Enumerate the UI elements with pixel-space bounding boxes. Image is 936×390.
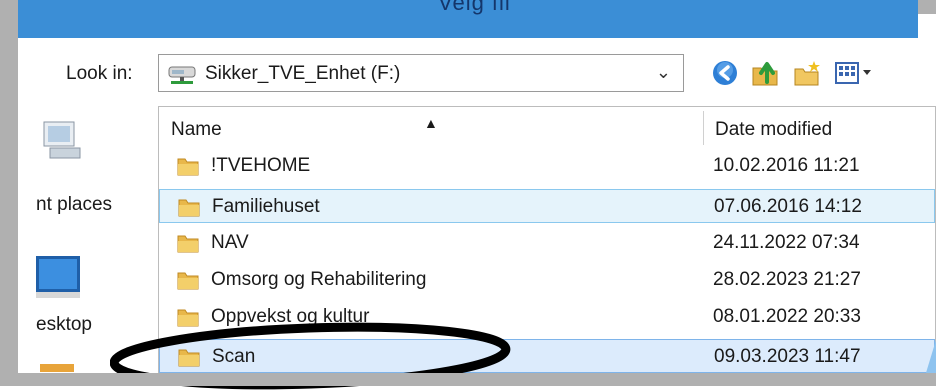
file-name: NAV: [211, 232, 249, 253]
file-date: 24.11.2022 07:34: [713, 232, 860, 253]
recent-places-icon[interactable]: [42, 118, 82, 162]
sort-ascending-icon: ▲: [424, 115, 438, 131]
file-name: !TVEHOME: [211, 155, 311, 176]
list-item[interactable]: Familiehuset 07.06.2016 14:12: [159, 189, 935, 223]
view-menu-icon[interactable]: [834, 58, 876, 88]
chevron-down-icon[interactable]: ⌄: [656, 62, 671, 83]
window-frame-bottom: [0, 373, 936, 386]
file-date: 28.02.2023 21:27: [713, 269, 861, 290]
list-item[interactable]: Omsorg og Rehabilitering 28.02.2023 21:2…: [159, 263, 935, 297]
libraries-icon[interactable]: [40, 362, 76, 372]
place-recent-label[interactable]: nt places: [36, 194, 112, 216]
back-icon[interactable]: [710, 58, 740, 88]
new-folder-icon[interactable]: [792, 58, 822, 88]
column-header-name[interactable]: Name: [171, 107, 222, 149]
folder-icon: [177, 272, 199, 290]
place-desktop-label[interactable]: esktop: [36, 314, 92, 336]
list-item[interactable]: !TVEHOME 10.02.2016 11:21: [159, 149, 935, 183]
list-item[interactable]: NAV 24.11.2022 07:34: [159, 226, 935, 260]
title-bar[interactable]: Velg fil: [18, 0, 918, 38]
up-folder-icon[interactable]: [750, 58, 780, 88]
desktop-icon[interactable]: [36, 254, 84, 300]
file-name: Omsorg og Rehabilitering: [211, 269, 427, 290]
file-name: Familiehuset: [212, 196, 320, 217]
folder-icon: [178, 199, 200, 217]
file-date: 08.01.2022 20:33: [713, 306, 861, 327]
network-drive-icon: [168, 66, 196, 84]
file-date: 09.03.2023 11:47: [714, 346, 861, 367]
window-frame-left: [0, 0, 18, 386]
look-in-value: Sikker_TVE_Enhet (F:): [205, 63, 401, 84]
look-in-dropdown[interactable]: Sikker_TVE_Enhet (F:) ⌄: [158, 54, 684, 92]
column-header-date-modified[interactable]: Date modified: [715, 107, 832, 149]
file-date: 07.06.2016 14:12: [714, 196, 862, 217]
folder-icon: [177, 235, 199, 253]
folder-icon: [177, 158, 199, 176]
file-date: 10.02.2016 11:21: [713, 155, 860, 176]
look-in-label: Look in:: [66, 63, 133, 84]
window-title: Velg fil: [438, 0, 511, 15]
column-separator[interactable]: [703, 111, 704, 145]
